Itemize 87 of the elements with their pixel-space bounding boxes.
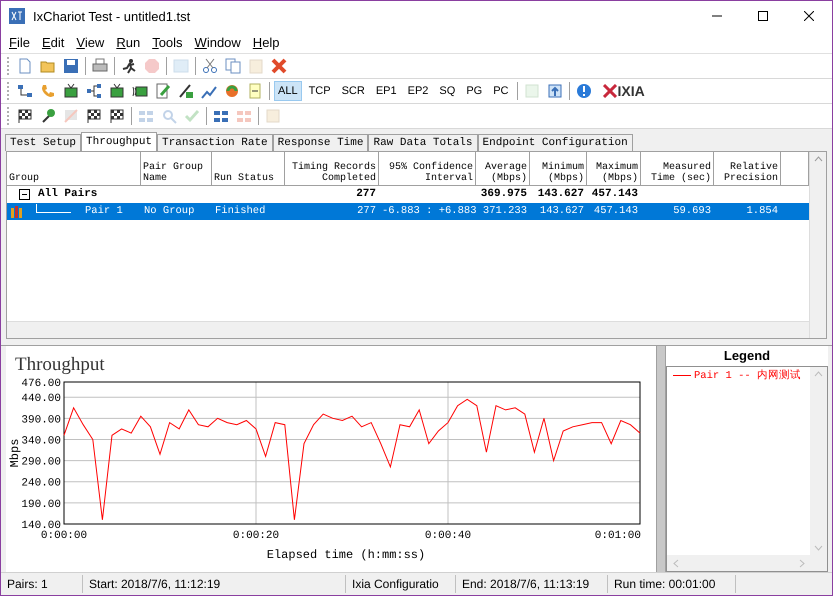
window-title: IxChariot Test - untitled1.tst <box>33 8 192 24</box>
table-cell: 143.627 <box>530 203 587 220</box>
x-logo-icon <box>602 84 616 98</box>
close-icon[interactable] <box>804 11 814 21</box>
column-header[interactable]: Run Status <box>212 152 285 186</box>
table-cell: 277 <box>285 203 379 220</box>
status-field: Ixia Configuratio <box>346 575 456 593</box>
vertical-scrollbar[interactable] <box>809 152 826 338</box>
y-tick-label: 290.00 <box>21 456 61 469</box>
tab[interactable]: Endpoint Configuration <box>478 134 633 151</box>
table-cell: 1.854 <box>714 203 781 220</box>
y-tick-label: 240.00 <box>21 478 61 490</box>
logo-text: IXIA <box>618 83 645 99</box>
status-field: Run time: 00:01:00 <box>608 575 736 593</box>
table-cell: 371.233 <box>476 203 530 220</box>
y-tick-label: 340.00 <box>21 435 61 448</box>
filter-toggle[interactable]: PC <box>489 81 512 101</box>
tab[interactable]: Raw Data Totals <box>368 134 478 151</box>
tree-button[interactable] <box>84 81 104 101</box>
column-header[interactable]: Average (Mbps) <box>476 152 530 186</box>
y-tick-label: 476.00 <box>21 378 61 390</box>
scroll-up-icon[interactable] <box>814 156 822 162</box>
filter-toggle[interactable]: SCR <box>338 81 369 101</box>
table-cell-text: 277 <box>355 187 377 202</box>
tab[interactable]: Test Setup <box>5 134 82 151</box>
menu-item[interactable]: Tools <box>146 32 189 52</box>
group-name: Pair 1 <box>85 204 123 219</box>
menu-item[interactable]: File <box>3 32 36 52</box>
tree-cell[interactable]: Pair 1 <box>7 203 141 220</box>
chart-title: Throughput <box>15 354 105 375</box>
y-tick-label: 190.00 <box>21 498 61 511</box>
status-field: Start: 2018/7/6, 11:12:19 <box>83 575 346 593</box>
copy-button[interactable] <box>223 56 243 76</box>
y-tick-label: 440.00 <box>21 393 61 406</box>
status-field: End: 2018/7/6, 11:13:19 <box>456 575 608 593</box>
filter-toggle[interactable]: SQ <box>435 81 460 101</box>
legend-label: Pair 1 -- 内网测试 <box>694 368 802 382</box>
status-field: Pairs: 1 <box>1 575 83 593</box>
maximize-icon[interactable] <box>758 11 768 21</box>
menu-item[interactable]: Run <box>110 32 146 52</box>
collapse-toggle[interactable] <box>19 189 30 200</box>
bar-icon <box>10 204 24 218</box>
menu-item[interactable]: Window <box>188 32 247 52</box>
column-header[interactable]: Group <box>7 152 141 186</box>
legend-title: Legend <box>722 347 772 365</box>
x-axis-title: Elapsed time (h:mm:ss) <box>266 548 426 562</box>
x-tick-label: 0:00:40 <box>424 530 472 542</box>
x-tick-label: 0:00:20 <box>232 530 280 542</box>
x-tick-label: 0:01:00 <box>594 530 641 542</box>
tab[interactable]: Response Time <box>272 134 368 151</box>
filter-toggle[interactable]: EP1 <box>372 81 401 101</box>
menu-item[interactable]: View <box>70 32 110 52</box>
column-header[interactable]: Minimum (Mbps) <box>530 152 587 186</box>
y-tick-label: 140.00 <box>21 520 61 532</box>
table-cell: No Group <box>141 203 212 220</box>
filter-toggle[interactable]: EP2 <box>404 81 432 101</box>
table-cell-text: 143.627 <box>536 187 585 202</box>
y-tick-label: 390.00 <box>21 414 61 426</box>
column-header[interactable]: Relative Precision <box>714 152 781 186</box>
horizontal-scrollbar[interactable] <box>7 321 809 338</box>
tab[interactable]: Throughput <box>81 132 158 151</box>
column-header[interactable]: Measured Time (sec) <box>641 152 714 186</box>
table-cell: -6.883 : +6.883 <box>379 203 476 220</box>
filter-toggle[interactable]: TCP <box>304 81 335 101</box>
filter-toggle[interactable]: PG <box>462 81 486 101</box>
column-header[interactable]: 95% Confidence Interval <box>379 152 476 186</box>
menu-item[interactable]: Help <box>246 32 286 52</box>
table-cell: 59.693 <box>641 203 714 220</box>
column-header[interactable]: Pair Group Name <box>141 152 212 186</box>
table-cell: 457.143 <box>587 203 641 220</box>
filter-toggle[interactable]: ALL <box>274 81 302 101</box>
tree-cell[interactable]: All Pairs <box>7 186 141 203</box>
group-name: All Pairs <box>38 187 98 202</box>
x-tick-label: 0:00:00 <box>40 530 88 542</box>
app-icon <box>9 8 25 24</box>
x-button[interactable] <box>269 56 289 76</box>
selection-highlight <box>781 203 809 220</box>
y-axis-title: Mbps <box>8 438 22 468</box>
column-header[interactable]: Maximum (Mbps) <box>587 152 641 186</box>
save-button[interactable] <box>61 56 81 76</box>
table-cell-text: 457.143 <box>590 187 639 202</box>
tab[interactable]: Transaction Rate <box>157 134 273 151</box>
table-cell-text: 369.975 <box>480 187 528 202</box>
table-cell: Finished <box>212 203 285 220</box>
scissors-button[interactable] <box>200 56 220 76</box>
menu-item[interactable]: Edit <box>36 32 70 52</box>
column-header[interactable]: Timing Records Completed <box>285 152 379 186</box>
